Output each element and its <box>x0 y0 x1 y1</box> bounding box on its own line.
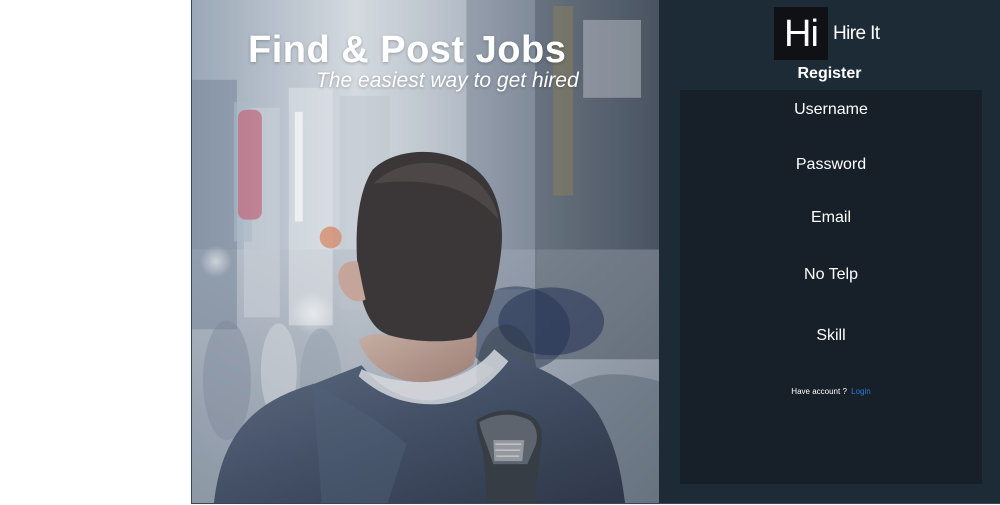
login-link[interactable]: Login <box>851 387 871 396</box>
skill-field[interactable] <box>680 323 982 349</box>
brand-name: Hire It <box>833 23 880 44</box>
phone-field[interactable] <box>680 262 982 288</box>
brand-mark-logo: Hi <box>774 7 828 60</box>
email-field[interactable] <box>680 205 982 231</box>
register-form: Have account ? Login <box>680 90 982 484</box>
have-account-text: Have account ? <box>791 387 847 396</box>
register-page: Find & Post Jobs The easiest way to get … <box>0 0 1000 505</box>
register-panel: Hi Hire It Register Have account ? Login <box>659 0 1000 504</box>
brand-logo: Hi Hire It <box>774 7 880 60</box>
password-field[interactable] <box>680 152 982 178</box>
hero-title: Find & Post Jobs <box>248 29 567 71</box>
login-prompt: Have account ? Login <box>680 387 982 397</box>
register-heading: Register <box>797 65 862 82</box>
username-field[interactable] <box>680 97 982 123</box>
hero-subtitle: The easiest way to get hired <box>316 69 579 92</box>
hero-panel: Find & Post Jobs The easiest way to get … <box>191 0 659 504</box>
